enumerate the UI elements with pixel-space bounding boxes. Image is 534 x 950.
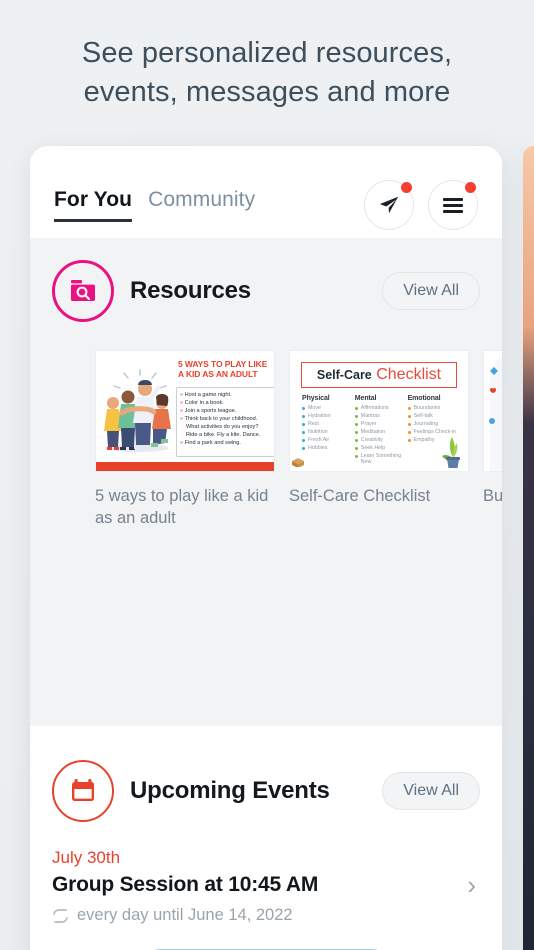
checklist-item: Boundaries: [407, 405, 456, 413]
resources-view-all-button[interactable]: View All: [382, 272, 480, 310]
next-slide-peek: [523, 146, 534, 950]
checklist-item: Meditation: [354, 429, 402, 437]
chevron-right-icon[interactable]: ›: [467, 872, 480, 898]
checklist-item: Fresh Air: [302, 437, 349, 445]
resource-art-bullets: » Host a game night. » Color in a book. …: [176, 387, 274, 457]
checklist-item: Rest: [302, 421, 349, 429]
phone-preview-card: For You Community Resources View All 5 W…: [30, 146, 502, 950]
resource-caption: 5 ways to play like a kid as an adult: [95, 487, 269, 527]
resources-carousel[interactable]: 5 WAYS TO PLAY LIKE A KID AS AN ADULT » …: [30, 322, 502, 530]
checklist-item: Self-talk: [407, 413, 456, 421]
events-header: Upcoming Events View All: [30, 760, 502, 822]
column-heading: Emotional: [407, 395, 441, 402]
checklist-item: Seek Help: [354, 445, 402, 453]
tab-list: For You Community: [54, 188, 364, 222]
plant-illustration: [442, 437, 460, 468]
resource-accent-bar: [96, 462, 274, 471]
repeat-icon: [52, 908, 69, 923]
resource-thumbnail: Self-Care Checklist Physical Move Hydrat…: [289, 350, 469, 472]
tab-for-you[interactable]: For You: [54, 188, 133, 222]
resource-thumbnail: [483, 350, 502, 472]
checklist-item: Affirmations: [354, 405, 402, 413]
checklist-item: Mantras: [354, 413, 402, 421]
resources-section: Resources View All 5 WAYS TO PLAY LIKE A…: [30, 238, 502, 726]
column-heading: Physical: [302, 395, 330, 402]
event-item[interactable]: July 30th Group Session at 10:45 AM › ev…: [30, 822, 502, 950]
page-headline: See personalized resources, events, mess…: [81, 37, 453, 108]
column-heading: Mental: [354, 395, 377, 402]
event-recurrence: every day until June 14, 2022: [52, 906, 480, 925]
paper-plane-icon: [378, 194, 400, 216]
resource-card-butte[interactable]: Butte: [483, 350, 502, 530]
checklist-item: Prayer: [354, 421, 402, 429]
app-screen: See personalized resources, events, mess…: [0, 0, 534, 950]
events-view-all-button[interactable]: View All: [382, 772, 480, 810]
folder-search-icon: [52, 260, 114, 322]
checklist-item: Hobbies: [302, 445, 349, 453]
checklist-item: Nutrition: [302, 429, 349, 437]
checklist-item: Learn Something New: [354, 453, 402, 465]
header-actions: [364, 180, 478, 230]
tab-community[interactable]: Community: [148, 188, 255, 219]
checklist-columns: Physical Move Hydration Rest Nutrition F…: [295, 388, 463, 465]
hamburger-menu-icon: [443, 197, 463, 213]
recurrence-text: every day until June 14, 2022: [77, 906, 293, 924]
self-hug-illustration: [489, 367, 498, 424]
events-section: Upcoming Events View All July 30th Group…: [30, 726, 502, 950]
resource-caption: Butte: [483, 487, 502, 505]
resource-caption: Self-Care Checklist: [289, 487, 431, 505]
events-title: Upcoming Events: [130, 777, 330, 804]
resource-art-title: 5 WAYS TO PLAY LIKE A KID AS AN ADULT: [178, 359, 268, 380]
event-title: Group Session at 10:45 AM: [52, 873, 319, 896]
checklist-column-mental: Mental Affirmations Mantras Prayer Medit…: [354, 395, 402, 465]
checklist-art-title: Self-Care Checklist: [301, 362, 457, 388]
people-illustration: [104, 369, 171, 452]
calendar-icon: [52, 760, 114, 822]
checklist-item: Creativity: [354, 437, 402, 445]
resource-card-play-like-a-kid[interactable]: 5 WAYS TO PLAY LIKE A KID AS AN ADULT » …: [95, 350, 275, 530]
checklist-item: Hydration: [302, 413, 349, 421]
resource-card-self-care-checklist[interactable]: Self-Care Checklist Physical Move Hydrat…: [289, 350, 469, 530]
checklist-title-dark: Self-Care: [316, 368, 372, 382]
event-date: July 30th: [52, 848, 121, 867]
checklist-item: Journaling: [407, 421, 456, 429]
resources-title: Resources: [130, 277, 251, 304]
menu-button[interactable]: [428, 180, 478, 230]
app-header: For You Community: [30, 146, 502, 238]
menu-notification-badge: [465, 182, 476, 193]
book-illustration: [292, 458, 304, 467]
resource-thumbnail: 5 WAYS TO PLAY LIKE A KID AS AN ADULT » …: [95, 350, 275, 472]
send-message-button[interactable]: [364, 180, 414, 230]
send-notification-badge: [401, 182, 412, 193]
resources-header: Resources View All: [30, 260, 502, 322]
event-title-row[interactable]: Group Session at 10:45 AM ›: [52, 872, 480, 898]
checklist-item: Move: [302, 405, 349, 413]
checklist-title-red: Checklist: [376, 366, 442, 383]
checklist-column-physical: Physical Move Hydration Rest Nutrition F…: [302, 395, 349, 465]
